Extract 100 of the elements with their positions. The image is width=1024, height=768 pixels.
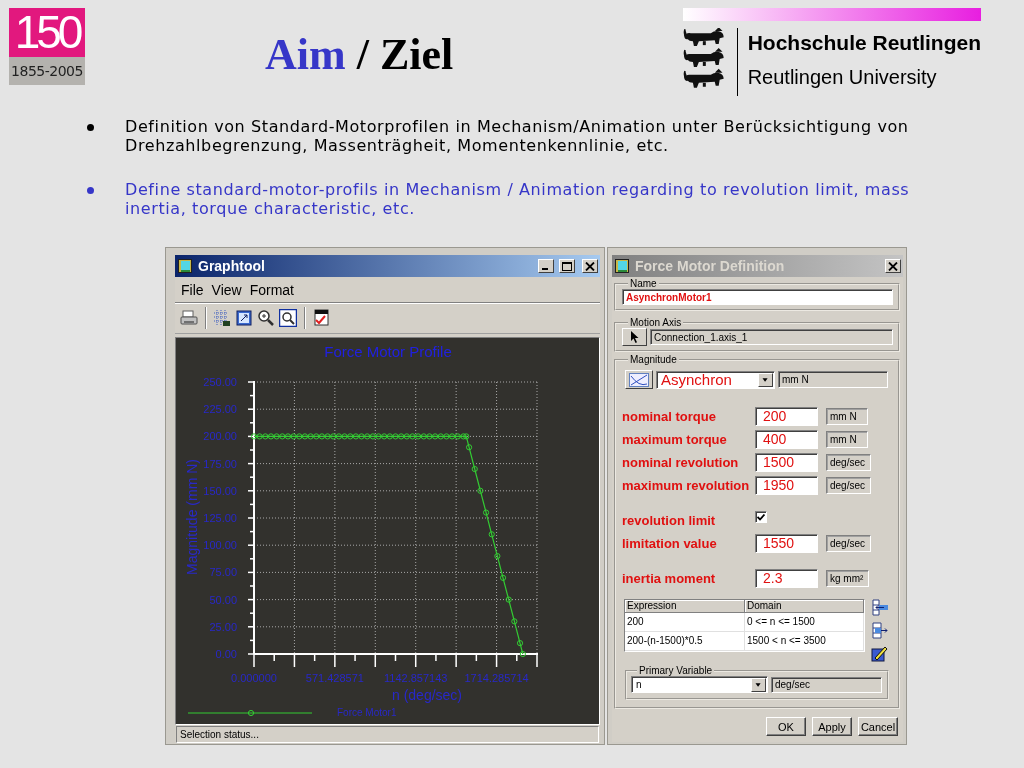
tick-icon (757, 513, 765, 521)
close-icon (888, 261, 898, 271)
data-point (471, 465, 478, 473)
bullet-text: Define standard-motor-profils in Mechanism / Animation regarding to revolution limit, mass inertia, torque characteristic, etc. (125, 180, 911, 218)
dialog-button[interactable]: OK (766, 717, 806, 736)
y-tick-label: 0.00 (215, 648, 237, 660)
parameter-label: limitation value (622, 535, 718, 551)
zoom-in-icon[interactable] (257, 309, 275, 327)
y-tick-label: 100.00 (203, 539, 237, 552)
window-title: Graphtool (198, 258, 266, 274)
value-field[interactable]: 1500 (755, 452, 818, 472)
data-point (516, 640, 524, 647)
unit-field: mm N (826, 430, 868, 448)
pick-button[interactable] (622, 328, 647, 346)
bullet-icon (87, 124, 94, 131)
check-document-icon[interactable] (312, 309, 330, 327)
name-field[interactable]: AsynchronMotor1 (622, 289, 893, 305)
x-tick-label: 1142.857143 (384, 672, 448, 684)
parameter-label: nominal torque (622, 408, 717, 424)
unit-field: mm N (826, 407, 868, 425)
y-tick-label: 200.00 (203, 430, 237, 443)
parameter-label: maximum revolution (622, 477, 751, 493)
value-field[interactable]: 400 (755, 429, 818, 449)
data-point (519, 650, 526, 658)
data-point (466, 444, 473, 451)
x-tick-label: 571.428571 (305, 672, 364, 684)
menu-item[interactable]: File (177, 281, 208, 298)
unit-field: deg/sec (771, 676, 882, 693)
value-field[interactable]: 1950 (755, 475, 818, 495)
table-cell: 200-(n-1500)*0.5 (625, 632, 745, 651)
x-tick-label: 0.000000 (231, 672, 277, 684)
y-tick-label: 175.00 (203, 457, 237, 470)
table-cell: 1500 < n <= 3500 (745, 632, 864, 651)
minimize-icon (541, 268, 548, 270)
y-tick-label: 50.00 (209, 593, 237, 606)
variable-dropdown[interactable]: n (631, 676, 768, 693)
caret-icon[interactable] (751, 677, 766, 692)
maximize-button[interactable] (559, 259, 575, 273)
cursor-icon (629, 331, 640, 343)
y-tick-label: 150.00 (203, 484, 237, 497)
caret-icon[interactable] (758, 372, 773, 387)
coat-of-arms-icon (683, 28, 725, 90)
append-row-icon[interactable] (871, 622, 889, 639)
zoom-frame-icon[interactable] (279, 309, 297, 327)
chart-title: Force Motor Profile (324, 343, 452, 360)
window-icon (178, 258, 193, 274)
data-point (477, 487, 484, 494)
data-point (505, 596, 512, 603)
y-tick-label: 75.00 (209, 566, 237, 579)
minimize-button[interactable] (538, 259, 554, 273)
dialog-button[interactable]: Apply (812, 717, 852, 736)
university-name: Hochschule Reutlingen (747, 31, 981, 55)
unit-field: deg/sec (826, 453, 872, 471)
table-cell: 0 <= n <= 1500 (745, 613, 864, 632)
legend-line-icon (187, 709, 313, 717)
menu-item[interactable]: Format (245, 281, 298, 298)
group-label: Motion Axis (629, 317, 683, 328)
value-field[interactable]: 1550 (755, 533, 818, 553)
curve-chart-icon (629, 372, 649, 387)
parameter-label: inertia moment (622, 570, 717, 586)
logo-number: 150 (9, 8, 85, 57)
x-axis-title: n (deg/sec) (392, 687, 462, 703)
maximize-icon (562, 261, 572, 271)
axis-field: Connection_1.axis_1 (650, 329, 893, 345)
unit-field: deg/sec (826, 476, 872, 494)
type-dropdown[interactable]: Asynchron (656, 370, 775, 389)
grid-icon[interactable] (213, 309, 231, 327)
data-point (488, 531, 495, 538)
printer-icon[interactable] (180, 309, 198, 327)
window-icon (615, 258, 630, 274)
value-field[interactable]: 200 (755, 406, 818, 426)
close-icon (585, 261, 595, 271)
menu-item[interactable]: View (207, 281, 246, 298)
dialog-button[interactable]: Cancel (858, 717, 898, 736)
data-point (482, 509, 490, 516)
data-point (499, 574, 507, 581)
insert-row-icon[interactable] (871, 599, 889, 616)
column-header[interactable]: Domain (745, 600, 864, 613)
group-label: Magnitude (629, 354, 678, 365)
legend-label: Force Motor1 (337, 707, 397, 718)
data-point (511, 618, 518, 625)
data-point (494, 553, 501, 560)
value-field[interactable]: 2.3 (755, 568, 818, 588)
bullet-text: Definition von Standard-Motorprofilen in Mechanism/Animation unter Berücksichtigung von Drehzahlbegrenzung, Massenträgheit, Momentenkennlinie, etc. (125, 117, 910, 155)
bullet-icon (87, 187, 94, 194)
function-button[interactable] (625, 370, 653, 389)
unit-field: deg/sec (826, 534, 872, 552)
y-tick-label: 125.00 (203, 512, 237, 524)
x-tick-label: 1714.285714 (464, 672, 529, 684)
status-bar: Selection status... (176, 726, 599, 743)
y-tick-label: 250.00 (203, 376, 237, 388)
parameter-label: revolution limit (622, 512, 717, 528)
checkbox[interactable] (755, 511, 767, 523)
column-header[interactable]: Expression (625, 600, 745, 613)
logo-years: 1855-2005 (9, 57, 85, 85)
close-button[interactable] (582, 259, 598, 273)
edit-icon[interactable] (871, 645, 889, 662)
parameter-label: maximum torque (622, 431, 728, 447)
slide-title: Aim / Ziel (265, 30, 454, 80)
university-name-english: Reutlingen University (747, 65, 937, 89)
